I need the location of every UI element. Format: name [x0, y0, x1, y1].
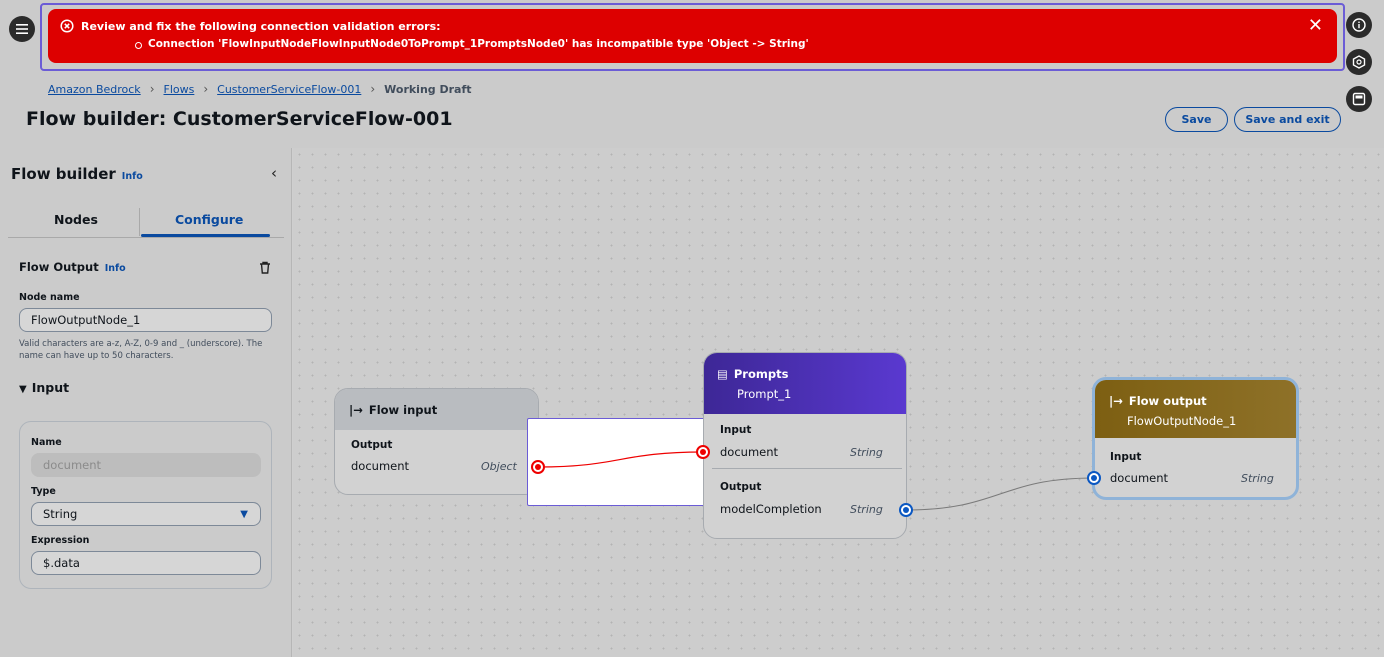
flow-output-node[interactable]: |→ Flow output FlowOutputNode_1 Input doc… [1092, 377, 1299, 500]
prompts-node-header [704, 353, 906, 414]
input-field: document [1110, 471, 1169, 485]
input-card: Name document Type String ▼ Expression $… [19, 421, 272, 589]
breadcrumb-amazon-bedrock[interactable]: Amazon Bedrock [48, 83, 141, 96]
flow-output-node-title: |→ Flow output [1109, 394, 1207, 408]
input-field: document [720, 445, 779, 459]
selected-connection-box[interactable] [527, 418, 717, 506]
chevron-right-icon: › [370, 82, 376, 96]
caret-down-icon: ▼ [19, 384, 27, 395]
save-button[interactable]: Save [1165, 107, 1228, 132]
node-name-input[interactable]: FlowOutputNode_1 [19, 308, 272, 332]
menu-button[interactable] [9, 16, 35, 42]
flow-input-node[interactable]: |→ Flow input Output document Object [334, 388, 539, 495]
info-link[interactable]: Info [122, 171, 143, 182]
save-and-exit-button[interactable]: Save and exit [1234, 107, 1341, 132]
flow-output-input-port[interactable] [1087, 471, 1101, 485]
panel-icon [1352, 92, 1366, 106]
flow-input-node-title: |→ Flow input [349, 403, 437, 417]
flow-input-output-port[interactable] [531, 460, 545, 474]
trash-icon[interactable] [259, 259, 271, 278]
name-label: Name [31, 437, 62, 448]
chevron-right-icon: › [149, 82, 155, 96]
node-name-hint: Valid characters are a-z, A-Z, 0-9 and _… [19, 339, 263, 361]
output-label: Output [351, 439, 393, 451]
panel-title: Flow builder Info [11, 165, 143, 183]
active-tab-indicator [141, 234, 270, 237]
tab-nodes[interactable]: Nodes [54, 212, 98, 227]
collapse-icon[interactable]: ‹ [271, 164, 277, 182]
close-icon[interactable]: ✕ [1308, 17, 1323, 35]
prompts-title-text: Prompts [733, 367, 789, 381]
flow-builder-panel: Flow builder Info ‹ Nodes Configure Flow … [0, 148, 292, 657]
breadcrumb-current: Working Draft [384, 82, 472, 96]
document-icon: ▤ [717, 367, 728, 381]
output-field: document [351, 459, 410, 473]
arrow-right-to-bar-icon: |→ [349, 403, 363, 417]
error-flashbar: Review and fix the following connection … [48, 9, 1337, 63]
flow-output-node-subtitle: FlowOutputNode_1 [1127, 414, 1237, 428]
prompts-node-subtitle: Prompt_1 [737, 387, 792, 401]
right-tool-rail [1340, 0, 1384, 148]
input-type: String [1241, 472, 1274, 485]
flow-output-title-text: Flow output [1128, 394, 1207, 408]
type-label: Type [31, 486, 56, 497]
prompts-input-port[interactable] [696, 445, 710, 459]
panel-title-text: Flow builder [11, 165, 116, 183]
hamburger-icon [16, 24, 28, 34]
input-section-toggle[interactable]: ▼ Input [19, 380, 69, 395]
panel-tabs: Nodes Configure [8, 200, 284, 238]
caret-down-icon: ▼ [240, 508, 248, 520]
prompts-node[interactable]: ▤ Prompts Prompt_1 Input document String … [703, 352, 907, 539]
prompts-output-port[interactable] [899, 503, 913, 517]
output-label: Output [720, 481, 762, 493]
error-icon [60, 19, 74, 33]
section-title: Flow Output Info [19, 260, 126, 274]
error-detail: Connection 'FlowInputNodeFlowInputNode0T… [135, 38, 809, 50]
type-select-value: String [43, 507, 78, 521]
arrow-right-to-bar-icon: |→ [1109, 394, 1123, 408]
page-title: Flow builder: CustomerServiceFlow-001 [26, 108, 453, 130]
name-input: document [31, 453, 261, 477]
prompts-node-title: ▤ Prompts [717, 367, 788, 381]
expression-label: Expression [31, 535, 90, 546]
node-name-label: Node name [19, 292, 80, 303]
info-link[interactable]: Info [105, 263, 126, 274]
breadcrumb-flows[interactable]: Flows [164, 83, 195, 96]
section-title-text: Flow Output [19, 260, 99, 274]
breadcrumb-flow[interactable]: CustomerServiceFlow-001 [217, 83, 361, 96]
type-select[interactable]: String ▼ [31, 502, 261, 526]
tab-configure[interactable]: Configure [175, 212, 243, 227]
output-field: modelCompletion [720, 502, 822, 516]
input-label: Input [720, 424, 752, 436]
flow-input-title-text: Flow input [368, 403, 438, 417]
output-type: String [850, 503, 883, 516]
error-title: Review and fix the following connection … [81, 20, 441, 33]
node-divider [712, 468, 902, 469]
input-type: String [850, 446, 883, 459]
input-label: Input [1110, 451, 1142, 463]
hexagon-icon [1352, 55, 1366, 69]
output-type: Object [481, 460, 517, 473]
info-panel-button[interactable] [1346, 12, 1372, 38]
side-panel-button[interactable] [1346, 86, 1372, 112]
chevron-right-icon: › [203, 82, 209, 96]
breadcrumb: Amazon Bedrock › Flows › CustomerService… [48, 82, 472, 96]
tab-divider [139, 208, 140, 236]
info-icon [1352, 18, 1366, 32]
input-section-label: Input [31, 380, 70, 395]
flow-output-node-header [1095, 380, 1296, 438]
expression-input[interactable]: $.data [31, 551, 261, 575]
hexagon-tool-button[interactable] [1346, 49, 1372, 75]
